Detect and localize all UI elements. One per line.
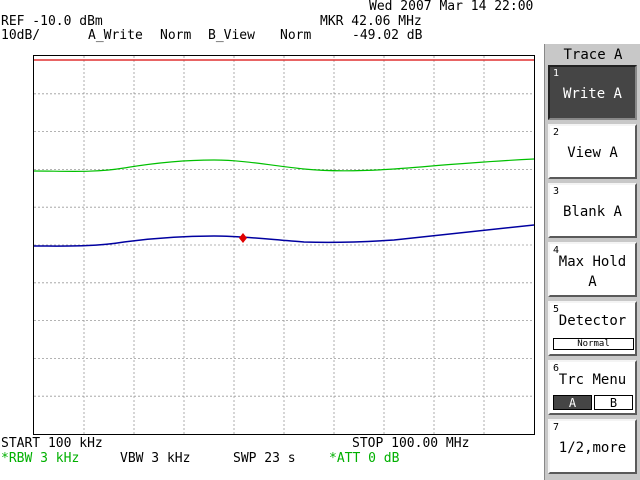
spectrum-graph xyxy=(34,56,534,434)
trace-b-detector: Norm xyxy=(280,28,312,43)
softkey-detector[interactable]: 5 Detector Normal xyxy=(548,301,637,356)
marker-diamond xyxy=(239,233,247,243)
softkey-write-a[interactable]: 1 Write A xyxy=(548,65,637,120)
softkey-number: 1 xyxy=(553,68,560,79)
datetime: Wed 2007 Mar 14 22:00 xyxy=(369,0,534,14)
softkey-label: Detector xyxy=(558,313,627,329)
detector-mode-value: Normal xyxy=(553,338,634,350)
panel-title: Trace A xyxy=(563,47,623,63)
softkey-view-a[interactable]: 2 View A xyxy=(548,124,637,179)
softkey-label: Blank A xyxy=(562,204,622,220)
softkey-label: View A xyxy=(567,145,618,161)
softkey-number: 3 xyxy=(553,186,560,197)
softkey-more[interactable]: 7 1/2,more xyxy=(548,419,637,474)
marker-level: -49.02 dB xyxy=(352,28,423,43)
reference-level: REF -10.0 dBm xyxy=(1,14,103,29)
trace-a-mode: A_Write xyxy=(88,28,143,43)
analyzer-screen: Wed 2007 Mar 14 22:00 REF -10.0 dBm MKR … xyxy=(0,0,544,480)
video-bandwidth: VBW 3 kHz xyxy=(120,451,191,466)
trace-select-a[interactable]: A xyxy=(553,395,592,410)
spectrum-display xyxy=(33,55,535,435)
trace-a-detector: Norm xyxy=(160,28,192,43)
softkey-label-line2: A xyxy=(588,274,597,290)
softkey-label: 1/2,more xyxy=(558,440,627,456)
trace-select-b[interactable]: B xyxy=(594,395,633,410)
softkey-number: 7 xyxy=(553,422,560,433)
softkey-panel: Trace A 1 Write A 2 View A 3 Blank A 4 M… xyxy=(544,44,640,480)
softkey-blank-a[interactable]: 3 Blank A xyxy=(548,183,637,238)
softkey-label: Trc Menu xyxy=(558,372,627,388)
resolution-bandwidth: *RBW 3 kHz xyxy=(1,451,80,466)
marker-frequency: MKR 42.06 MHz xyxy=(320,14,422,29)
trace-b-mode: B_View xyxy=(208,28,255,43)
softkey-label: Write A xyxy=(562,86,622,102)
softkey-number: 2 xyxy=(553,127,560,138)
attenuation: *ATT 0 dB xyxy=(329,451,400,466)
graticule xyxy=(34,56,534,434)
softkey-trc-menu[interactable]: 6 Trc Menu A B xyxy=(548,360,637,415)
sweep-time: SWP 23 s xyxy=(233,451,296,466)
start-frequency: START 100 kHz xyxy=(1,436,103,451)
stop-frequency: STOP 100.00 MHz xyxy=(352,436,470,451)
softkey-max-hold-a[interactable]: 4 Max Hold A xyxy=(548,242,637,297)
scale-per-division: 10dB/ xyxy=(1,28,41,43)
softkey-label-line1: Max Hold xyxy=(558,254,627,270)
